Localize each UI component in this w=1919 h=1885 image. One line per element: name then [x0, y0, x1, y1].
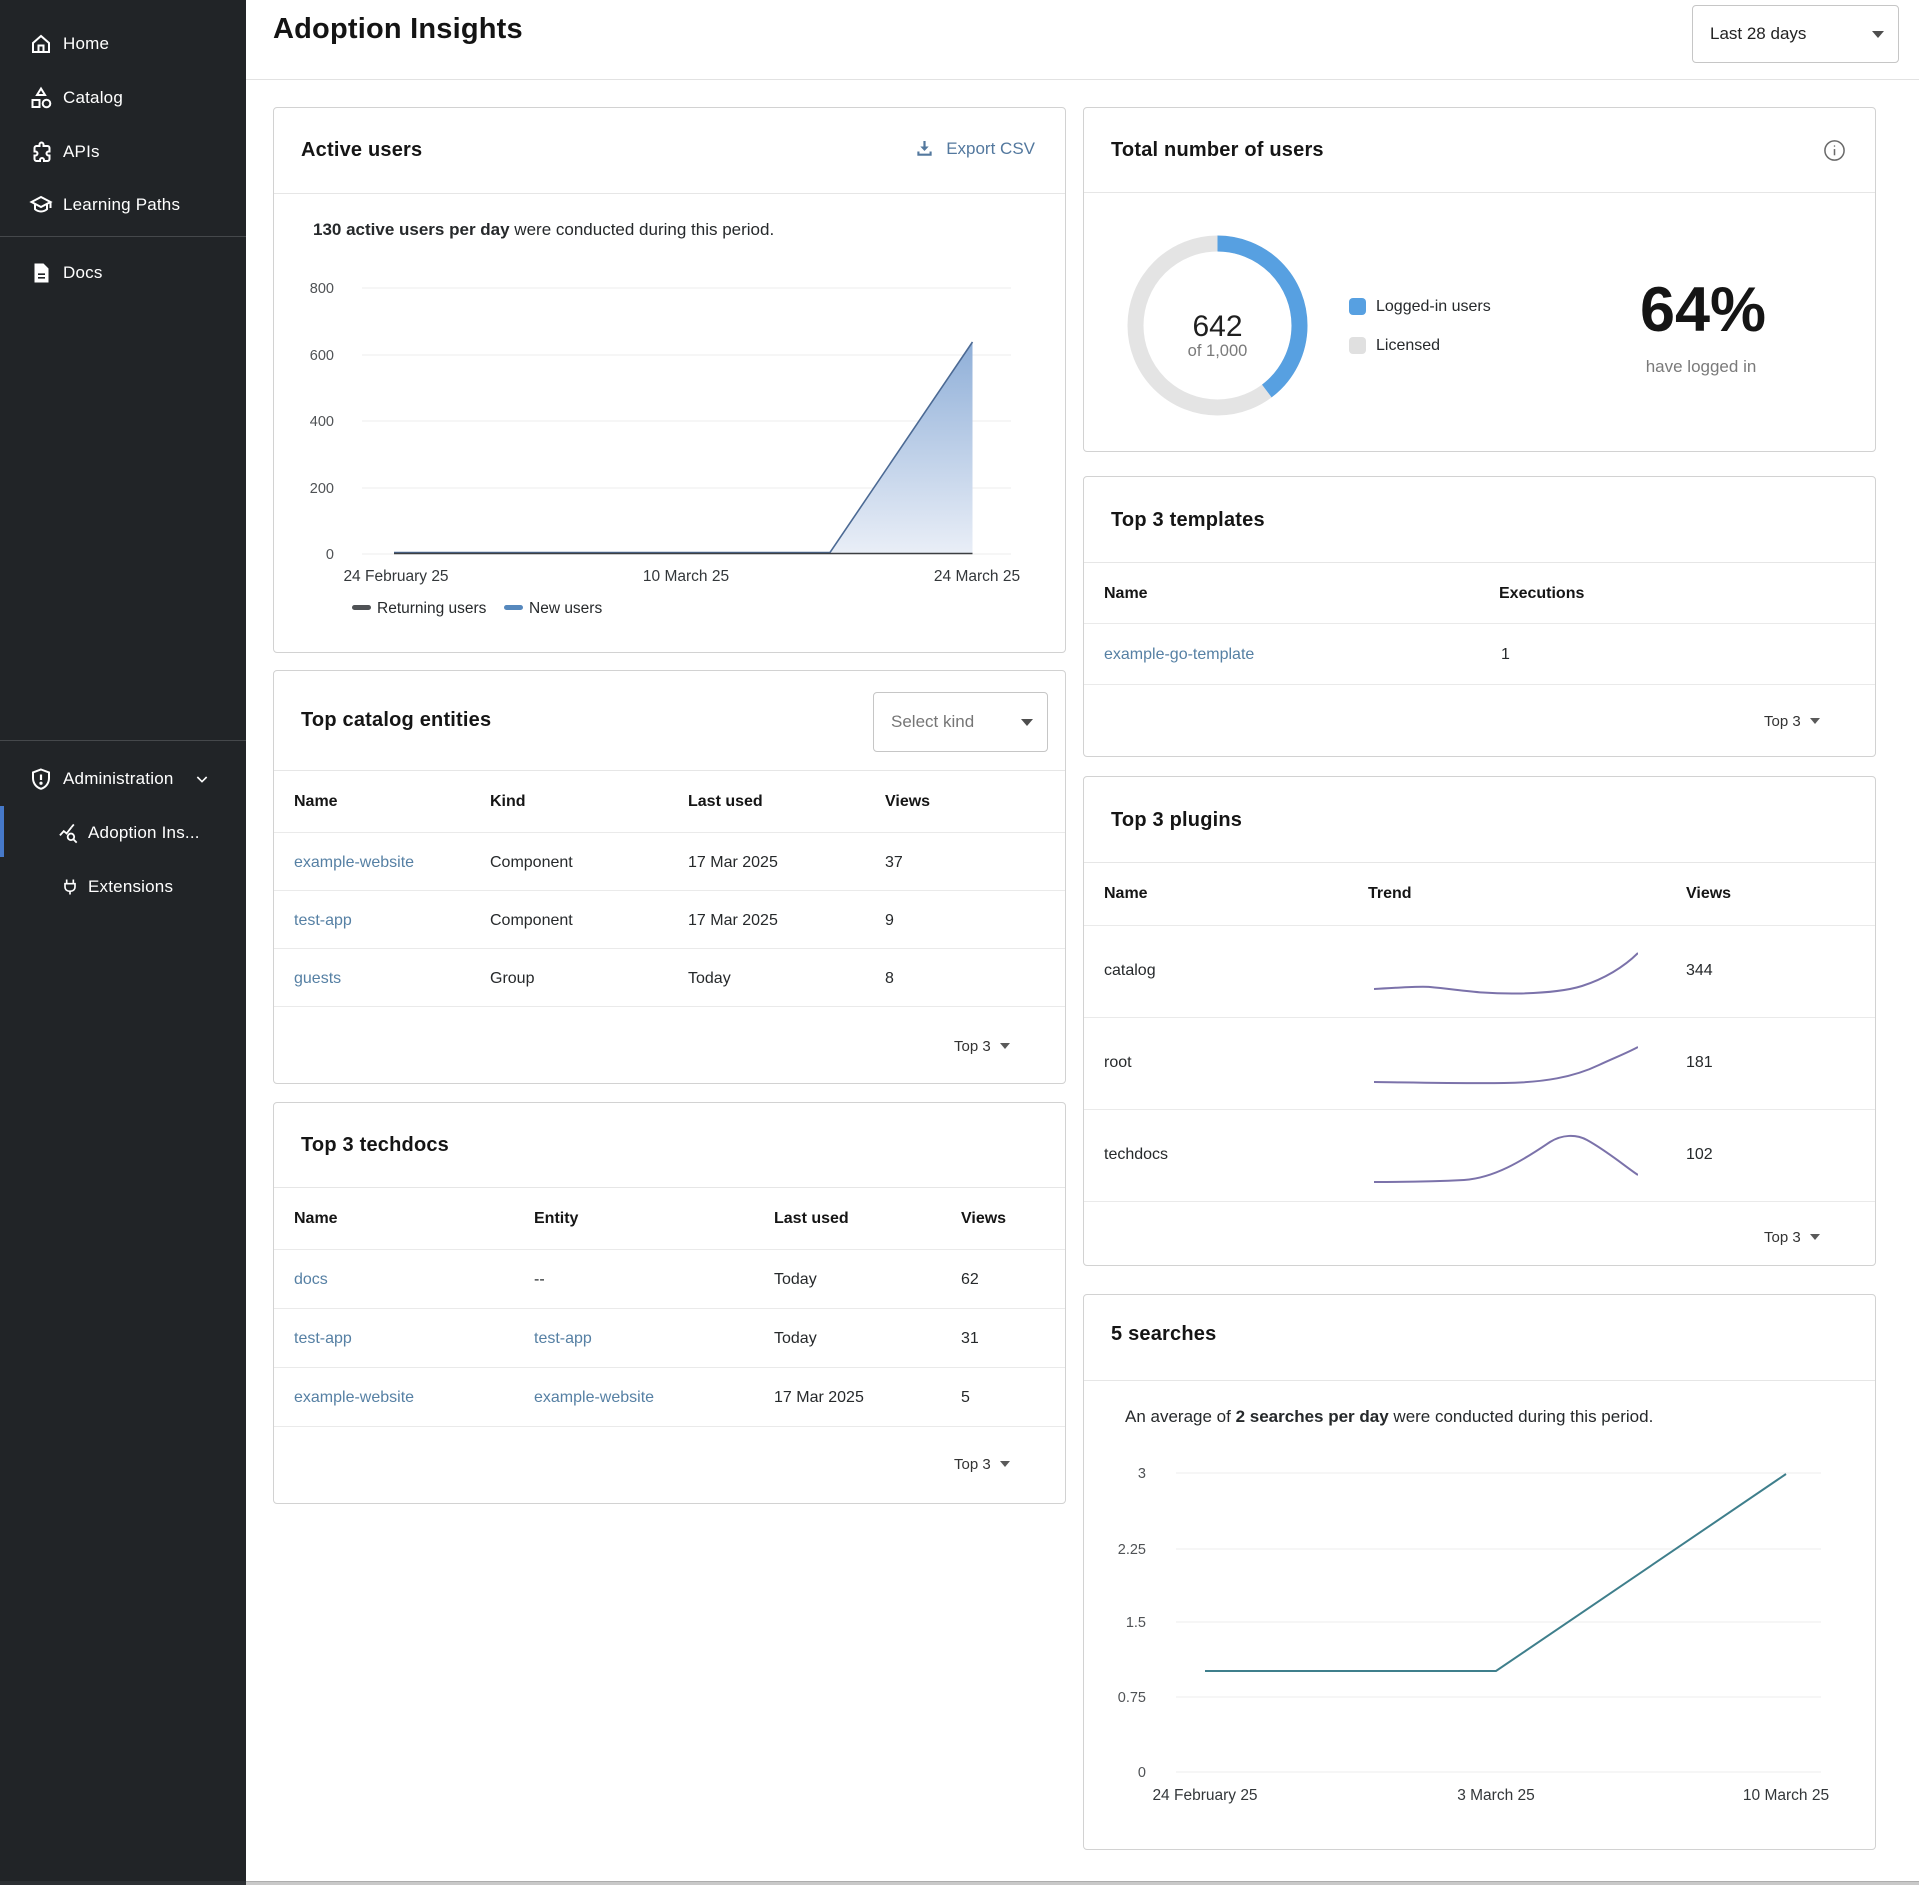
- svg-text:24 February 25: 24 February 25: [1152, 1787, 1257, 1804]
- svg-text:0: 0: [326, 547, 334, 563]
- svg-text:New users: New users: [529, 600, 602, 617]
- svg-text:Returning users: Returning users: [377, 600, 487, 617]
- svg-text:of 1,000: of 1,000: [1188, 342, 1248, 360]
- svg-text:642: 642: [1192, 310, 1242, 343]
- svg-text:3 March 25: 3 March 25: [1457, 1787, 1535, 1804]
- svg-text:3: 3: [1138, 1466, 1146, 1482]
- svg-text:400: 400: [310, 414, 334, 430]
- svg-text:800: 800: [310, 281, 334, 297]
- svg-text:24 February 25: 24 February 25: [343, 568, 448, 585]
- svg-text:2.25: 2.25: [1118, 1542, 1146, 1558]
- svg-text:200: 200: [310, 481, 334, 497]
- svg-text:600: 600: [310, 348, 334, 364]
- svg-text:10 March 25: 10 March 25: [1743, 1787, 1829, 1804]
- svg-text:0: 0: [1138, 1765, 1146, 1781]
- svg-text:0.75: 0.75: [1118, 1690, 1146, 1706]
- svg-text:1.5: 1.5: [1126, 1615, 1146, 1631]
- svg-text:10 March 25: 10 March 25: [643, 568, 729, 585]
- svg-text:24 March 25: 24 March 25: [934, 568, 1020, 585]
